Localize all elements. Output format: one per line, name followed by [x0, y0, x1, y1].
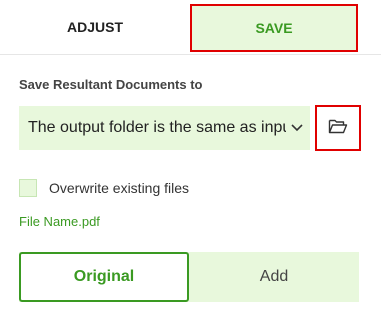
output-folder-value: The output folder is the same as inpu: [28, 119, 286, 136]
tab-divider: [0, 54, 381, 55]
add-mode-button[interactable]: Add: [189, 252, 359, 302]
mode-segmented-control: Original Add: [19, 252, 359, 302]
overwrite-option: Overwrite existing files: [19, 178, 189, 198]
chevron-down-icon: [290, 121, 304, 135]
overwrite-checkbox[interactable]: [19, 179, 37, 197]
overwrite-label: Overwrite existing files: [49, 180, 190, 196]
tab-bar: ADJUST SAVE: [0, 0, 381, 56]
tab-adjust[interactable]: ADJUST: [0, 0, 190, 54]
file-name-link[interactable]: File Name.pdf: [19, 214, 100, 229]
tab-save[interactable]: SAVE: [190, 4, 358, 52]
folder-open-icon: [328, 118, 348, 139]
output-folder-select[interactable]: The output folder is the same as inpu: [19, 106, 310, 150]
browse-folder-button[interactable]: [315, 105, 361, 151]
original-mode-button[interactable]: Original: [19, 252, 189, 302]
save-destination-label: Save Resultant Documents to: [19, 77, 203, 92]
save-panel: ADJUST SAVE Save Resultant Documents to …: [0, 0, 381, 317]
